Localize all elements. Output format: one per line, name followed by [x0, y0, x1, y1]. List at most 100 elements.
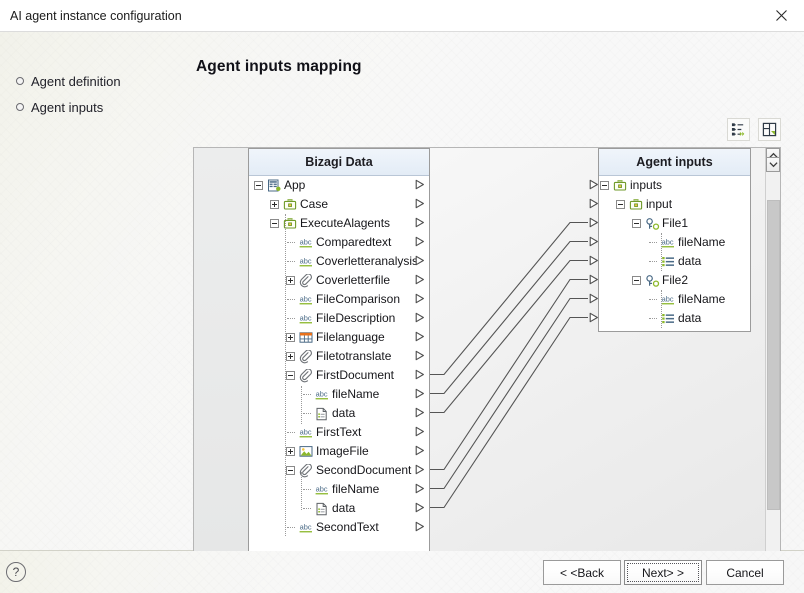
- tree-row-label: Coverletteranalysis: [316, 254, 419, 268]
- tree-row[interactable]: abc fileName: [599, 233, 750, 252]
- collapse-icon[interactable]: [286, 466, 295, 475]
- tree-guide: [303, 489, 311, 490]
- tree-row[interactable]: App: [249, 176, 429, 195]
- source-row-connector[interactable]: [415, 179, 425, 193]
- list-icon: [661, 255, 675, 271]
- close-icon[interactable]: [759, 0, 804, 31]
- tree-row[interactable]: Coverletterfile: [249, 271, 429, 290]
- source-row-connector[interactable]: [415, 388, 425, 402]
- source-row-connector[interactable]: [415, 274, 425, 288]
- tree-row-label: FirstDocument: [316, 368, 395, 382]
- target-row-connector[interactable]: [589, 293, 599, 307]
- tree-row[interactable]: input: [599, 195, 750, 214]
- back-button[interactable]: < <Back: [543, 560, 621, 585]
- back-button-label: < <Back: [559, 565, 605, 580]
- nav-item-label: Agent inputs: [31, 99, 104, 115]
- expand-layout-button[interactable]: [758, 117, 781, 141]
- target-row-connector[interactable]: [589, 217, 599, 231]
- mapping-line[interactable]: [426, 240, 588, 395]
- tree-row[interactable]: FirstDocument: [249, 366, 429, 385]
- tree-row[interactable]: SecondDocument: [249, 461, 429, 480]
- collapse-icon[interactable]: [616, 200, 625, 209]
- collapse-icon[interactable]: [270, 219, 279, 228]
- tree-row[interactable]: data: [599, 252, 750, 271]
- tree-row[interactable]: abc FirstText: [249, 423, 429, 442]
- source-row-connector[interactable]: [415, 331, 425, 345]
- collapse-icon[interactable]: [286, 371, 295, 380]
- tree-row[interactable]: Filetotranslate: [249, 347, 429, 366]
- tree-row[interactable]: ImageFile: [249, 442, 429, 461]
- collapse-icon[interactable]: [632, 219, 641, 228]
- tree-row[interactable]: File1: [599, 214, 750, 233]
- mapping-line[interactable]: [426, 297, 588, 490]
- mapping-line[interactable]: [426, 259, 588, 414]
- tree-row[interactable]: data: [249, 404, 429, 423]
- source-row-connector[interactable]: [415, 198, 425, 212]
- tree-row[interactable]: abc Coverletteranalysis: [249, 252, 429, 271]
- tree-row[interactable]: abc fileName: [249, 480, 429, 499]
- source-row-connector[interactable]: [415, 464, 425, 478]
- source-row-connector[interactable]: [415, 445, 425, 459]
- tree-row[interactable]: data: [249, 499, 429, 518]
- source-row-connector[interactable]: [415, 312, 425, 326]
- source-row-connector[interactable]: [415, 255, 425, 269]
- dialog-footer: ? < <Back Next> > Cancel: [0, 551, 804, 593]
- source-row-connector[interactable]: [415, 350, 425, 364]
- tree-row[interactable]: abc FileDescription: [249, 309, 429, 328]
- tree-row[interactable]: ExecuteAlagents: [249, 214, 429, 233]
- expand-icon[interactable]: [286, 276, 295, 285]
- expand-icon[interactable]: [286, 333, 295, 342]
- source-row-connector[interactable]: [415, 293, 425, 307]
- source-row-connector[interactable]: [415, 369, 425, 383]
- nav-item-agent-definition[interactable]: Agent definition: [16, 72, 121, 90]
- svg-text:abc: abc: [300, 314, 312, 323]
- canvas-scrollbar[interactable]: [765, 148, 780, 553]
- nav-item-agent-inputs[interactable]: Agent inputs: [16, 98, 103, 116]
- expand-icon[interactable]: [270, 200, 279, 209]
- tree-row[interactable]: abc fileName: [249, 385, 429, 404]
- tree-row[interactable]: abc fileName: [599, 290, 750, 309]
- help-icon[interactable]: ?: [6, 562, 26, 582]
- cancel-button[interactable]: Cancel: [706, 560, 784, 585]
- source-row-connector[interactable]: [415, 521, 425, 535]
- scroll-down-button[interactable]: [766, 157, 780, 172]
- collapse-icon[interactable]: [600, 181, 609, 190]
- target-row-connector[interactable]: [589, 255, 599, 269]
- tree-row-label: ImageFile: [316, 444, 369, 458]
- source-row-connector[interactable]: [415, 502, 425, 516]
- tree-row[interactable]: inputs: [599, 176, 750, 195]
- collapse-icon[interactable]: [254, 181, 263, 190]
- abc-icon: abc: [315, 389, 329, 404]
- source-row-connector[interactable]: [415, 426, 425, 440]
- tree-guide-vertical: [301, 386, 302, 424]
- app-grid-icon: [267, 179, 281, 196]
- mapping-canvas[interactable]: Bizagi Data App Case ExecuteAlagents abc…: [193, 147, 781, 554]
- source-row-connector[interactable]: [415, 236, 425, 250]
- tree-row[interactable]: abc FileComparison: [249, 290, 429, 309]
- source-row-connector[interactable]: [415, 217, 425, 231]
- expand-icon[interactable]: [286, 352, 295, 361]
- mapping-line[interactable]: [426, 221, 588, 376]
- expand-icon[interactable]: [286, 447, 295, 456]
- source-row-connector[interactable]: [415, 483, 425, 497]
- tree-row[interactable]: Case: [249, 195, 429, 214]
- collapse-icon[interactable]: [632, 276, 641, 285]
- mapping-line[interactable]: [426, 316, 588, 509]
- target-row-connector[interactable]: [589, 236, 599, 250]
- abc-icon: abc: [299, 522, 313, 537]
- tree-row-label: inputs: [630, 178, 663, 192]
- tree-row[interactable]: abc SecondText: [249, 518, 429, 537]
- target-row-connector[interactable]: [589, 179, 599, 193]
- target-row-connector[interactable]: [589, 198, 599, 212]
- source-row-connector[interactable]: [415, 407, 425, 421]
- next-button[interactable]: Next> >: [624, 560, 702, 585]
- tree-row[interactable]: Filelanguage: [249, 328, 429, 347]
- tree-row[interactable]: abc Comparedtext: [249, 233, 429, 252]
- mapping-line[interactable]: [426, 278, 588, 471]
- target-row-connector[interactable]: [589, 312, 599, 326]
- target-row-connector[interactable]: [589, 274, 599, 288]
- tree-row[interactable]: File2: [599, 271, 750, 290]
- scroll-thumb[interactable]: [767, 200, 780, 510]
- auto-map-button[interactable]: [727, 117, 750, 141]
- tree-row[interactable]: data: [599, 309, 750, 328]
